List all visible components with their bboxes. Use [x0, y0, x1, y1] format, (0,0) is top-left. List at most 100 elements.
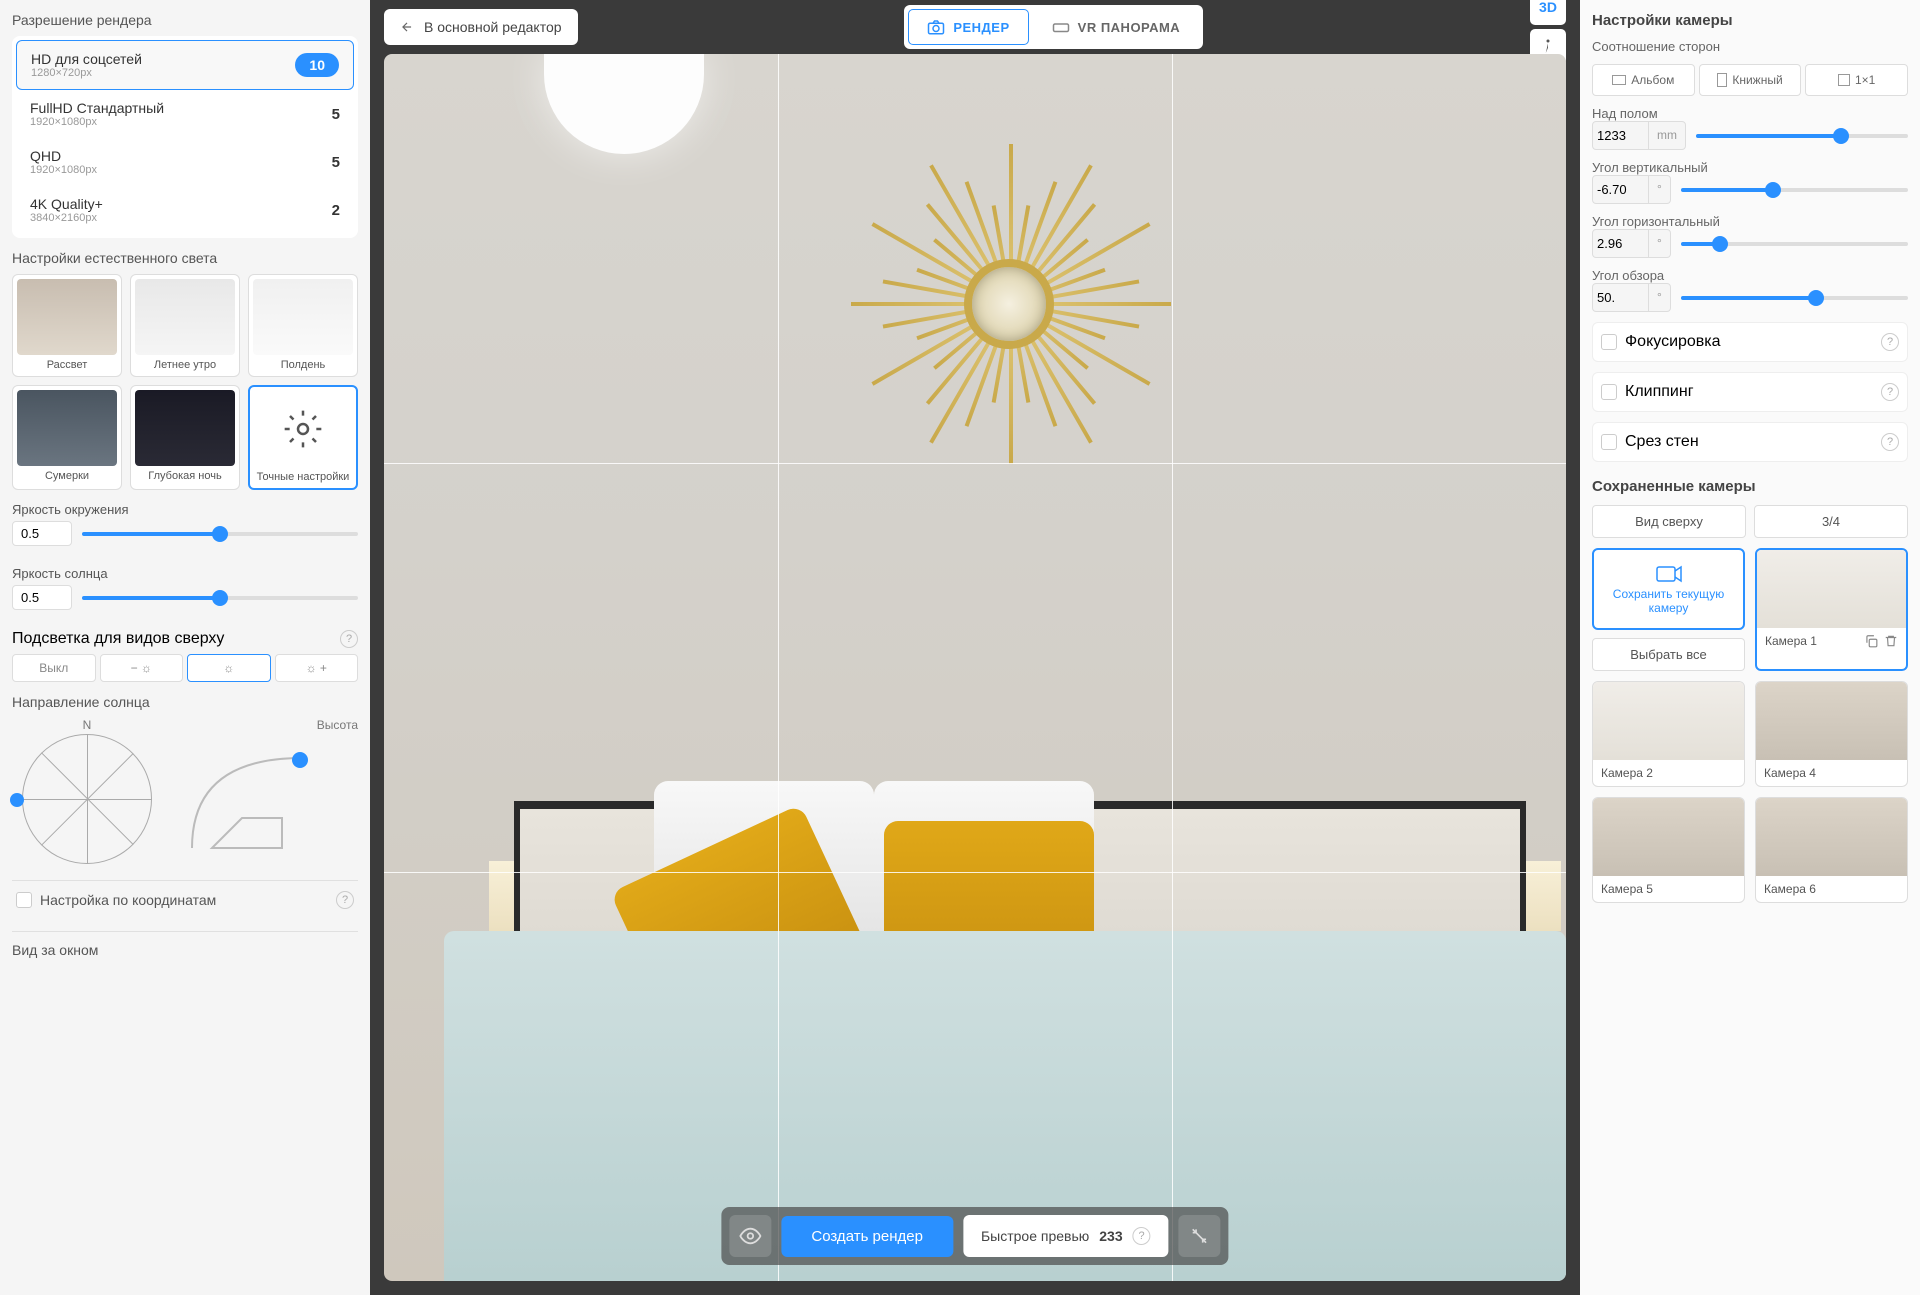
sun-brightness-slider[interactable] — [82, 596, 358, 600]
camera-card-5[interactable]: Камера 5 — [1592, 797, 1745, 903]
focus-checkbox[interactable] — [1601, 334, 1617, 350]
trash-icon[interactable] — [1884, 634, 1898, 648]
help-icon: ? — [1133, 1227, 1151, 1245]
resolution-item-fullhd[interactable]: FullHD Стандартный 1920×1080px 5 — [16, 90, 354, 138]
env-brightness-slider[interactable] — [82, 532, 358, 536]
render-bottom-bar: Создать рендер Быстрое превью 233 ? — [721, 1207, 1228, 1265]
right-panel: Настройки камеры Соотношение сторон Альб… — [1580, 0, 1920, 1295]
view-3d-button[interactable]: 3D — [1530, 0, 1566, 25]
resolution-item-4k[interactable]: 4K Quality+ 3840×2160px 2 — [16, 186, 354, 234]
landscape-icon — [1612, 75, 1626, 85]
sun-mirror — [839, 134, 1179, 474]
grid-line — [1172, 54, 1173, 1281]
fov-input[interactable] — [1593, 284, 1648, 311]
tab-vr[interactable]: VR ПАНОРАМА — [1033, 9, 1200, 45]
mode-tabs: РЕНДЕР VR ПАНОРАМА — [904, 5, 1203, 49]
v-angle-slider[interactable] — [1681, 188, 1908, 192]
aspect-label: Соотношение сторон — [1592, 39, 1908, 54]
save-current-camera[interactable]: Сохранить текущую камеру — [1592, 548, 1745, 630]
light-preset-dawn[interactable]: Рассвет — [12, 274, 122, 377]
aspect-album[interactable]: Альбом — [1592, 64, 1695, 96]
saved-cameras-title: Сохраненные камеры — [1592, 478, 1908, 495]
resolution-title: Разрешение рендера — [12, 12, 358, 28]
h-angle-slider[interactable] — [1681, 242, 1908, 246]
camera-card-6[interactable]: Камера 6 — [1755, 797, 1908, 903]
copy-icon[interactable] — [1864, 634, 1878, 648]
toggle-button[interactable] — [1179, 1215, 1221, 1257]
top-light-med[interactable]: ☼ — [187, 654, 271, 682]
window-view-title: Вид за окном — [12, 931, 358, 958]
camera-icon — [927, 18, 945, 36]
quick-preview-button[interactable]: Быстрое превью 233 ? — [963, 1215, 1169, 1257]
select-all-button[interactable]: Выбрать все — [1592, 638, 1745, 671]
fov-label: Угол обзора — [1592, 268, 1908, 283]
grid-line — [778, 54, 779, 1281]
top-light-low[interactable]: − ☼ — [100, 654, 184, 682]
center-viewport-area: В основной редактор РЕНДЕР VR ПАНОРАМА 3… — [370, 0, 1580, 1295]
above-floor-input[interactable] — [1593, 122, 1648, 149]
help-icon[interactable]: ? — [336, 891, 354, 909]
above-floor-slider[interactable] — [1696, 134, 1908, 138]
h-angle-input[interactable] — [1593, 230, 1648, 257]
help-icon[interactable]: ? — [1881, 333, 1899, 351]
vr-icon — [1052, 18, 1070, 36]
sun-compass[interactable]: N — [12, 718, 162, 868]
top-light-label: Подсветка для видов сверху — [12, 630, 224, 648]
light-preset-custom[interactable]: Точные настройки — [248, 385, 358, 490]
light-preset-dusk[interactable]: Сумерки — [12, 385, 122, 490]
camera-grid: Сохранить текущую камеру Выбрать все Кам… — [1592, 548, 1908, 903]
sun-brightness-value[interactable]: 0.5 — [12, 585, 72, 610]
sliders-icon — [1190, 1226, 1210, 1246]
ceiling-lamp — [544, 54, 704, 154]
portrait-icon — [1717, 73, 1727, 87]
left-panel: Разрешение рендера HD для соцсетей 1280×… — [0, 0, 370, 1295]
top-light-high[interactable]: ☼ + — [275, 654, 359, 682]
sun-height-arc[interactable] — [182, 738, 322, 858]
v-angle-label: Угол вертикальный — [1592, 160, 1908, 175]
resolution-badge: 10 — [295, 53, 339, 77]
resolution-item-qhd[interactable]: QHD 1920×1080px 5 — [16, 138, 354, 186]
light-preset-night[interactable]: Глубокая ночь — [130, 385, 240, 490]
h-angle-label: Угол горизонтальный — [1592, 214, 1908, 229]
tab-render[interactable]: РЕНДЕР — [908, 9, 1028, 45]
camera-settings-title: Настройки камеры — [1592, 12, 1908, 29]
aspect-portrait[interactable]: Книжный — [1699, 64, 1802, 96]
help-icon[interactable]: ? — [1881, 383, 1899, 401]
top-bar: В основной редактор РЕНДЕР VR ПАНОРАМА 3… — [370, 0, 1580, 54]
grid-line — [384, 872, 1566, 873]
resolution-list: HD для соцсетей 1280×720px 10 FullHD Ста… — [12, 36, 358, 238]
wallcut-checkbox[interactable] — [1601, 434, 1617, 450]
aspect-square[interactable]: 1×1 — [1805, 64, 1908, 96]
eye-icon — [739, 1225, 761, 1247]
camera-card-2[interactable]: Камера 2 — [1592, 681, 1745, 787]
coord-checkbox[interactable] — [16, 892, 32, 908]
clipping-checkbox[interactable] — [1601, 384, 1617, 400]
light-preset-noon[interactable]: Полдень — [248, 274, 358, 377]
sun-direction-title: Направление солнца — [12, 694, 358, 710]
env-brightness-label: Яркость окружения — [12, 502, 358, 517]
create-render-button[interactable]: Создать рендер — [781, 1216, 953, 1257]
view-34-button[interactable]: 3/4 — [1754, 505, 1908, 538]
camera-card-1[interactable]: Камера 1 — [1755, 548, 1908, 671]
help-icon[interactable]: ? — [340, 630, 358, 648]
lighting-title: Настройки естественного света — [12, 250, 358, 266]
top-light-off[interactable]: Выкл — [12, 654, 96, 682]
light-preset-morning[interactable]: Летнее утро — [130, 274, 240, 377]
arrow-left-icon — [400, 20, 414, 34]
resolution-item-hd[interactable]: HD для соцсетей 1280×720px 10 — [16, 40, 354, 90]
v-angle-input[interactable] — [1593, 176, 1648, 203]
render-viewport[interactable]: Создать рендер Быстрое превью 233 ? — [384, 54, 1566, 1281]
back-button[interactable]: В основной редактор — [384, 9, 578, 45]
sun-brightness-label: Яркость солнца — [12, 566, 358, 581]
visibility-button[interactable] — [729, 1215, 771, 1257]
square-icon — [1838, 74, 1850, 86]
grid-line — [384, 463, 1566, 464]
view-top-button[interactable]: Вид сверху — [1592, 505, 1746, 538]
env-brightness-value[interactable]: 0.5 — [12, 521, 72, 546]
fov-slider[interactable] — [1681, 296, 1908, 300]
lighting-grid: Рассвет Летнее утро Полдень Сумерки Глуб… — [12, 274, 358, 490]
camera-save-icon — [1656, 563, 1682, 583]
help-icon[interactable]: ? — [1881, 433, 1899, 451]
camera-card-4[interactable]: Камера 4 — [1755, 681, 1908, 787]
gear-icon — [283, 409, 323, 449]
